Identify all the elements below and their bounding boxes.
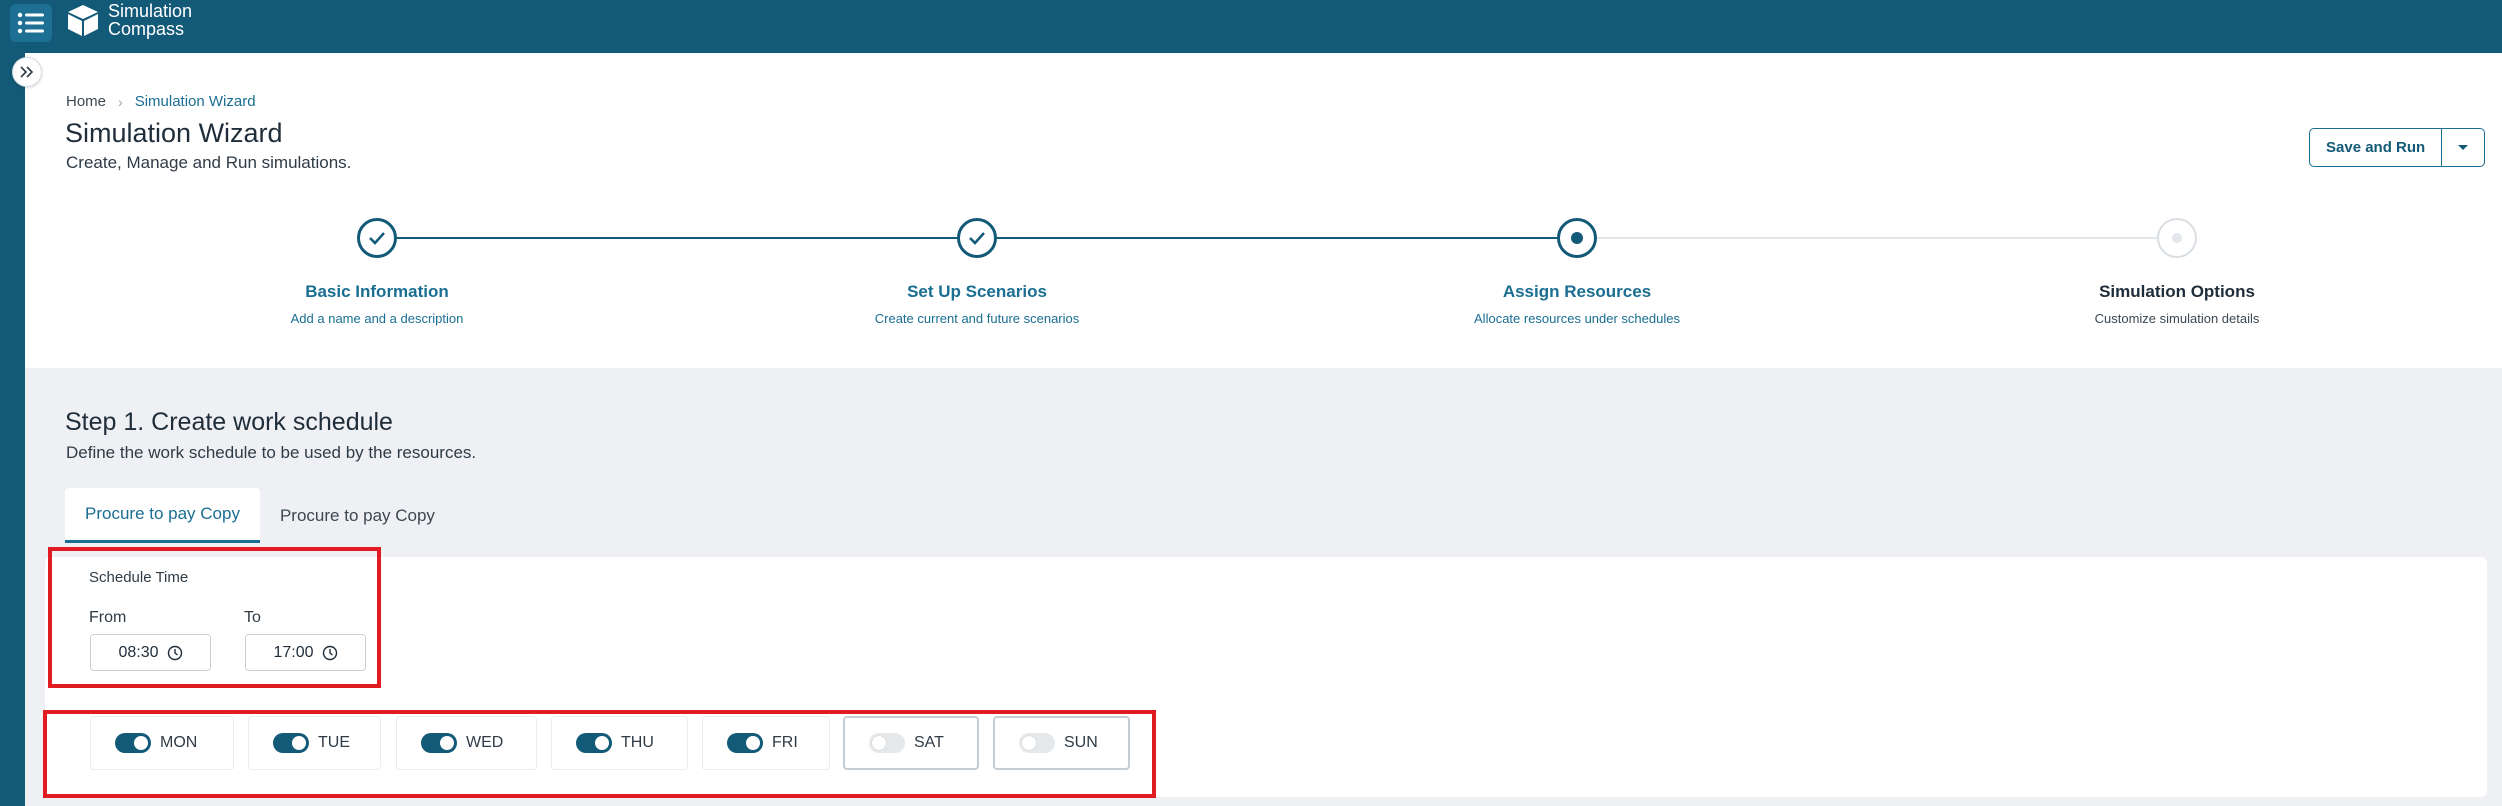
breadcrumb-current: Simulation Wizard bbox=[134, 93, 256, 110]
step-2-label[interactable]: Set Up Scenarios bbox=[777, 282, 1177, 302]
step-3-label[interactable]: Assign Resources bbox=[1377, 282, 1777, 302]
tab-scenario-2[interactable]: Procure to pay Copy bbox=[260, 488, 455, 543]
breadcrumb-separator: › bbox=[118, 93, 123, 110]
check-icon bbox=[969, 232, 985, 245]
step-1-indicator bbox=[357, 218, 397, 258]
tab-scenario-1[interactable]: Procure to pay Copy bbox=[65, 488, 260, 543]
app-logo[interactable]: Simulation Compass bbox=[66, 2, 192, 38]
step-4-description: Customize simulation details bbox=[2094, 311, 2260, 326]
step-2-description: Create current and future scenarios bbox=[874, 311, 1080, 326]
breadcrumb: Home › Simulation Wizard bbox=[66, 93, 256, 110]
step-3-description: Allocate resources under schedules bbox=[1474, 311, 1680, 326]
save-and-run-group: Save and Run bbox=[2309, 128, 2486, 167]
double-chevron-right-icon bbox=[20, 66, 34, 78]
pending-step-dot bbox=[2172, 233, 2182, 243]
app-name-line1: Simulation bbox=[108, 1, 193, 21]
stepper-connector-1 bbox=[397, 237, 959, 239]
page-title: Simulation Wizard bbox=[65, 118, 283, 148]
step-4-label[interactable]: Simulation Options bbox=[1977, 282, 2377, 302]
highlight-box-days bbox=[43, 710, 1156, 798]
stepper-connector-3 bbox=[1597, 237, 2157, 239]
step-1-label[interactable]: Basic Information bbox=[177, 282, 577, 302]
save-and-run-button[interactable]: Save and Run bbox=[2309, 128, 2443, 167]
step-2-indicator bbox=[957, 218, 997, 258]
stepper-connector-2 bbox=[997, 237, 1557, 239]
list-menu-icon bbox=[17, 12, 44, 34]
highlight-box-schedule-time bbox=[48, 547, 381, 688]
page-subtitle: Create, Manage and Run simulations. bbox=[66, 153, 352, 172]
app-name-line2: Compass bbox=[108, 19, 185, 39]
active-step-dot bbox=[1571, 232, 1583, 244]
app-name: Simulation Compass bbox=[108, 2, 192, 38]
top-bar: Simulation Compass bbox=[0, 0, 2502, 53]
left-sidebar-strip bbox=[0, 53, 25, 806]
scenario-tabs: Procure to pay Copy Procure to pay Copy bbox=[65, 488, 455, 543]
menu-toggle-button[interactable] bbox=[10, 4, 52, 42]
step-4-indicator bbox=[2157, 218, 2197, 258]
section-title: Step 1. Create work schedule bbox=[65, 408, 393, 436]
save-options-dropdown-button[interactable] bbox=[2442, 128, 2486, 167]
sidebar-expand-button[interactable] bbox=[12, 57, 42, 87]
cube-logo-icon bbox=[68, 5, 98, 36]
section-subtitle: Define the work schedule to be used by t… bbox=[66, 443, 477, 462]
step-1-description: Add a name and a description bbox=[290, 311, 464, 326]
check-icon bbox=[369, 232, 385, 245]
step-3-indicator bbox=[1557, 218, 1597, 258]
breadcrumb-home[interactable]: Home bbox=[66, 93, 106, 110]
